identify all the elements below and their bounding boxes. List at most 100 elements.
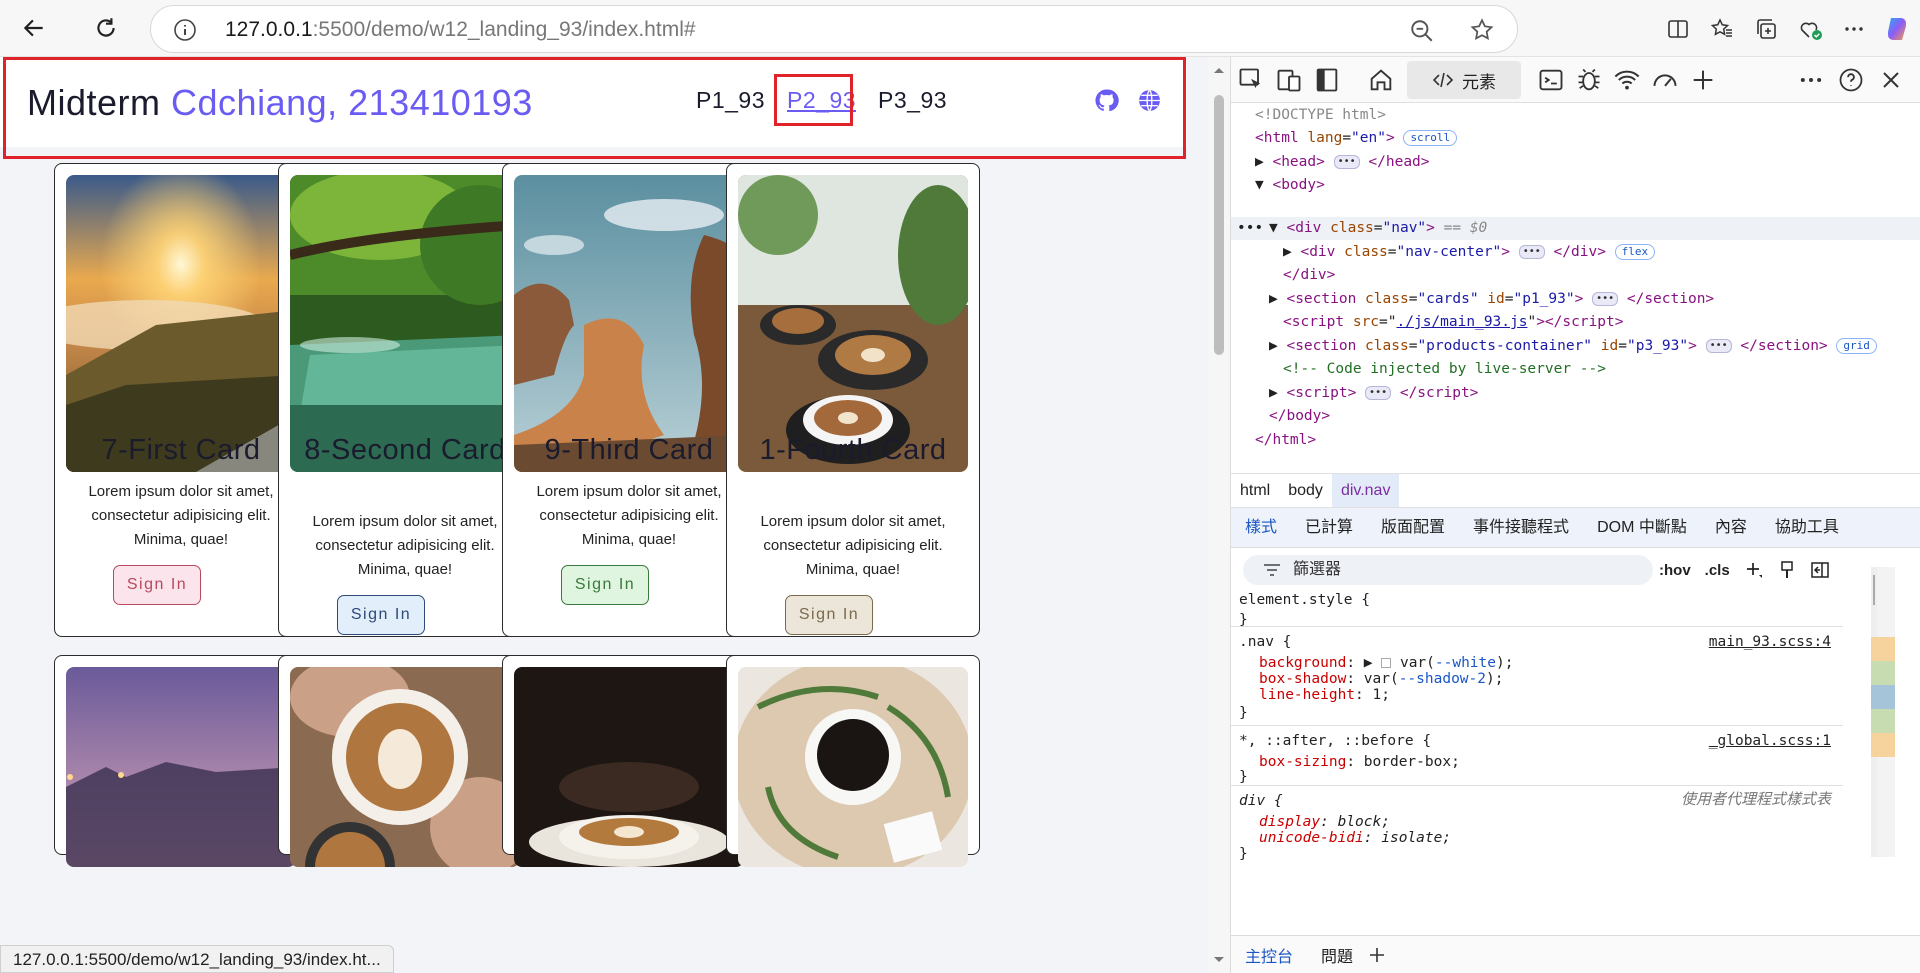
- github-icon[interactable]: [1094, 88, 1119, 113]
- collapsed-dots[interactable]: •••: [1365, 386, 1392, 400]
- dom-div-nav-node[interactable]: ▼ <div class="nav"> == $0: [1269, 217, 1487, 241]
- new-rule-icon[interactable]: [1744, 560, 1764, 580]
- card-description: Lorem ipsum dolor sit amet, consectetur …: [760, 513, 946, 578]
- badge-scroll[interactable]: scroll: [1403, 130, 1458, 146]
- row-more-dots[interactable]: •••: [1237, 217, 1263, 241]
- collapsed-dots[interactable]: •••: [1333, 155, 1360, 169]
- tab-layout[interactable]: 版面配置: [1367, 508, 1459, 547]
- back-button[interactable]: [16, 10, 52, 46]
- address-bar[interactable]: 127.0.0.1:5500/demo/w12_landing_93/index…: [150, 5, 1518, 53]
- more-dots-icon[interactable]: [1797, 66, 1825, 94]
- inspect-element-icon[interactable]: [1237, 66, 1265, 94]
- dom-nav-center-node[interactable]: ▶ <div class="nav-center"> ••• </div> fl…: [1283, 241, 1656, 265]
- prop-line-height[interactable]: line-height: 1;: [1259, 686, 1390, 705]
- home-icon[interactable]: [1367, 66, 1395, 94]
- page-scrollbar[interactable]: [1208, 57, 1230, 973]
- dom-body-node[interactable]: ▼ <body>: [1255, 174, 1325, 198]
- tab-properties[interactable]: 內容: [1701, 508, 1761, 547]
- dom-head-node[interactable]: ▶ <head> ••• </head>: [1255, 151, 1430, 175]
- add-tool-icon[interactable]: [1689, 66, 1717, 94]
- breadcrumb-body[interactable]: body: [1279, 474, 1332, 507]
- source-link-main[interactable]: main_93.scss:4: [1709, 633, 1831, 652]
- sign-in-button[interactable]: Sign In: [113, 565, 201, 605]
- card-image-dusk: [66, 667, 296, 867]
- tag-name: head: [1281, 154, 1317, 170]
- dom-script-node[interactable]: <script src="./js/main_93.js"></script>: [1283, 311, 1624, 335]
- close-icon[interactable]: [1877, 66, 1905, 94]
- sign-in-button[interactable]: Sign In: [785, 595, 873, 635]
- badge-flex[interactable]: flex: [1614, 244, 1656, 260]
- prop-box-sizing[interactable]: box-sizing: border-box;: [1259, 753, 1460, 772]
- favorite-star-icon[interactable]: [1469, 17, 1495, 43]
- tab-computed[interactable]: 已計算: [1291, 508, 1367, 547]
- console-icon[interactable]: [1537, 66, 1565, 94]
- tab-elements[interactable]: 元素: [1407, 61, 1521, 99]
- sign-in-button[interactable]: Sign In: [561, 565, 649, 605]
- dom-script2-node[interactable]: ▶ <script> ••• </script>: [1269, 382, 1478, 406]
- collapsed-dots[interactable]: •••: [1518, 245, 1545, 259]
- styles-filter-input[interactable]: 篩選器: [1243, 555, 1653, 585]
- prop-value: isolate: [1381, 830, 1443, 846]
- dom-section-products-node[interactable]: ▶ <section class="products-container" id…: [1269, 335, 1877, 359]
- split-screen-button[interactable]: [1656, 0, 1700, 57]
- network-wifi-icon[interactable]: [1613, 66, 1641, 94]
- source-link-global[interactable]: _global.scss:1: [1709, 732, 1831, 751]
- tab-styles[interactable]: 樣式: [1231, 508, 1291, 547]
- prop-name: box-sizing: [1259, 754, 1347, 770]
- scroll-down-icon[interactable]: [1208, 951, 1230, 969]
- tab-dom-breakpoints[interactable]: DOM 中斷點: [1583, 508, 1701, 547]
- performance-icon[interactable]: [1651, 66, 1679, 94]
- favorites-button[interactable]: [1700, 0, 1744, 57]
- tag-name: html: [1263, 130, 1299, 146]
- device-emulation-icon[interactable]: [1275, 66, 1303, 94]
- dock-side-icon[interactable]: [1313, 66, 1341, 94]
- card-image-sunrise: [66, 175, 296, 472]
- scroll-up-icon[interactable]: [1208, 61, 1230, 79]
- script-src-link[interactable]: ./js/main_93.js: [1397, 314, 1528, 330]
- dom-section-cards-node[interactable]: ▶ <section class="cards" id="p1_93"> •••…: [1269, 288, 1714, 312]
- help-icon[interactable]: [1837, 66, 1865, 94]
- prop-name: display: [1259, 814, 1321, 830]
- card-title: 8-Second Card: [304, 434, 506, 466]
- tab-event-listeners[interactable]: 事件接聽程式: [1459, 508, 1583, 547]
- refresh-button[interactable]: [88, 10, 124, 46]
- dom-html-node[interactable]: <html lang="en"> scroll: [1255, 127, 1458, 151]
- tab-console[interactable]: 主控台: [1231, 943, 1307, 967]
- add-drawer-tab-icon[interactable]: [1367, 945, 1387, 965]
- scrollbar-thumb[interactable]: [1214, 95, 1224, 355]
- hov-toggle[interactable]: :hov: [1659, 562, 1691, 579]
- cls-toggle[interactable]: .cls: [1705, 562, 1730, 579]
- paint-brush-icon[interactable]: [1778, 560, 1796, 580]
- health-button[interactable]: [1788, 0, 1832, 57]
- collections-icon: [1757, 18, 1776, 39]
- color-swatch-white[interactable]: [1381, 658, 1392, 668]
- collapsed-dots[interactable]: •••: [1592, 292, 1619, 306]
- nav-link-p1[interactable]: P1_93: [685, 87, 776, 114]
- breadcrumb-html[interactable]: html: [1231, 474, 1279, 507]
- selector-universal[interactable]: *, ::after, ::before {: [1239, 732, 1431, 751]
- brace-close: }: [1239, 705, 1248, 721]
- more-dots-icon: [1845, 26, 1863, 31]
- devtools-panel: 元素 <!DOCTYPE html> <html lang="en"> scro…: [1230, 57, 1920, 973]
- selector-element-style[interactable]: element.style {: [1239, 591, 1370, 610]
- bug-icon[interactable]: [1575, 66, 1603, 94]
- selector-div[interactable]: div {: [1239, 792, 1283, 811]
- rule-nav: .nav { main_93.scss:4 background: ▶ var(…: [1231, 627, 1843, 726]
- sign-in-button[interactable]: Sign In: [337, 595, 425, 635]
- zoom-out-icon[interactable]: [1409, 18, 1435, 44]
- nav-link-p3[interactable]: P3_93: [867, 87, 958, 114]
- collections-button[interactable]: [1744, 0, 1788, 57]
- collapsed-dots[interactable]: •••: [1705, 339, 1732, 353]
- globe-icon[interactable]: [1137, 88, 1162, 113]
- url-text[interactable]: 127.0.0.1:5500/demo/w12_landing_93/index…: [225, 6, 696, 54]
- badge-grid[interactable]: grid: [1836, 338, 1877, 354]
- more-menu-button[interactable]: [1832, 0, 1876, 57]
- copilot-button[interactable]: [1876, 0, 1920, 57]
- info-icon[interactable]: [173, 18, 197, 42]
- rock-formation-image: [514, 175, 744, 472]
- tab-accessibility[interactable]: 協助工具: [1761, 508, 1853, 547]
- breadcrumb-div-nav[interactable]: div.nav: [1331, 474, 1400, 507]
- selector-nav[interactable]: .nav {: [1239, 633, 1291, 652]
- tab-issues[interactable]: 問題: [1307, 943, 1367, 967]
- toggle-sidebar-icon[interactable]: [1810, 561, 1830, 579]
